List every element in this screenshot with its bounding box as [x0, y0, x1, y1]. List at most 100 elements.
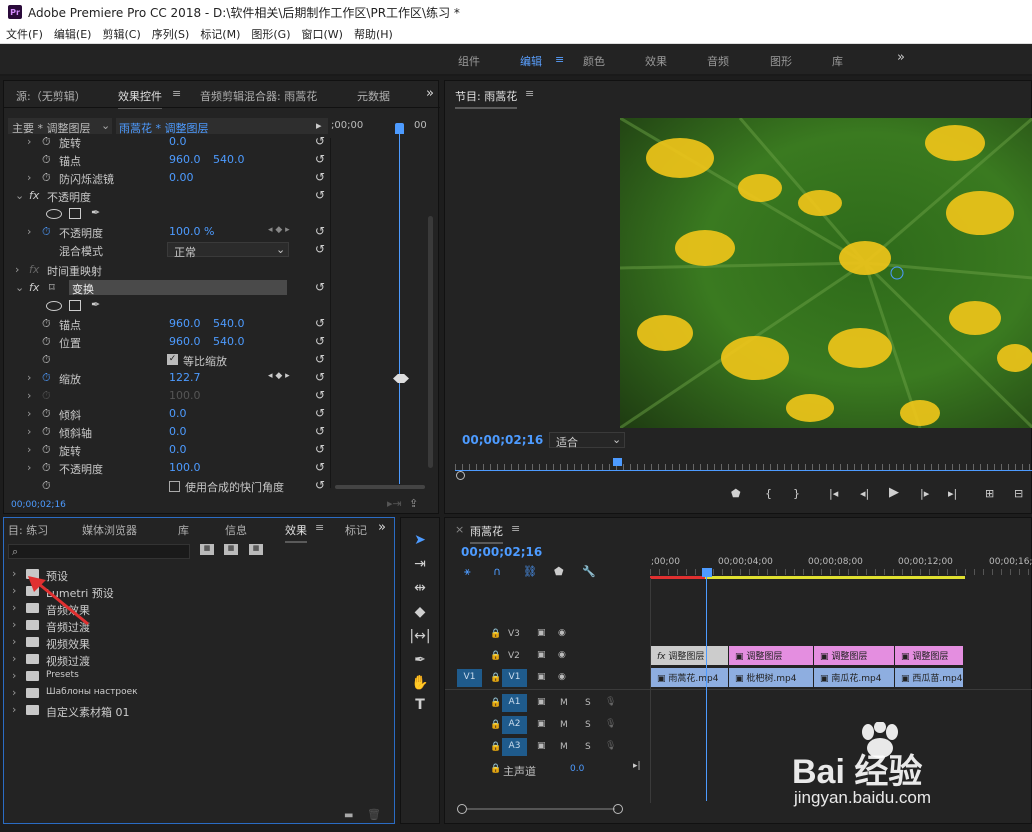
tab-effects[interactable]: 效果: [285, 522, 307, 543]
sync-lock-icon[interactable]: ▣: [537, 719, 546, 729]
tab-effect-controls[interactable]: 效果控件: [118, 88, 162, 109]
stopwatch-icon[interactable]: ⏱: [42, 479, 51, 493]
razor-tool-icon[interactable]: ◆: [408, 604, 432, 624]
snap-icon[interactable]: ∩: [493, 565, 501, 578]
reset-icon[interactable]: ↺: [315, 478, 325, 492]
reset-icon[interactable]: ↺: [315, 370, 325, 384]
reset-icon[interactable]: ↺: [315, 224, 325, 238]
fx-icon[interactable]: fx: [29, 189, 39, 202]
expand-chevron-icon[interactable]: ›: [27, 461, 31, 474]
ellipse-mask-icon[interactable]: [46, 301, 62, 311]
go-to-out-icon[interactable]: ▸|: [948, 487, 957, 500]
mic-icon[interactable]: 🎙: [605, 741, 616, 751]
param-value-x[interactable]: 960.0: [169, 335, 201, 348]
menu-sequence[interactable]: 序列(S): [152, 26, 190, 42]
eye-icon[interactable]: ◉: [558, 628, 566, 638]
tab-markers[interactable]: 标记: [345, 522, 367, 538]
delete-icon[interactable]: 🗑: [367, 808, 381, 821]
tree-item[interactable]: › 视频过渡: [12, 651, 392, 668]
track-a1-target[interactable]: A1: [502, 694, 527, 712]
stopwatch-icon[interactable]: ⏱: [42, 443, 51, 457]
tree-item[interactable]: › 自定义素材箱 01: [12, 702, 392, 719]
pen-mask-icon[interactable]: ✒: [91, 206, 100, 219]
workspace-libraries[interactable]: 库: [832, 53, 843, 69]
panel-menu-icon[interactable]: ≡: [525, 87, 534, 100]
reset-icon[interactable]: ↺: [315, 406, 325, 420]
workspace-menu-icon[interactable]: ≡: [555, 53, 564, 66]
workspace-graphics[interactable]: 图形: [770, 53, 792, 69]
tab-metadata[interactable]: 元数据: [357, 88, 390, 104]
selection-tool-icon[interactable]: ➤: [408, 532, 432, 552]
nest-icon[interactable]: ⚹: [464, 565, 471, 579]
fit-dropdown[interactable]: 适合 ⌄: [549, 432, 625, 449]
menu-window[interactable]: 窗口(W): [302, 26, 343, 42]
workspace-color[interactable]: 颜色: [583, 53, 605, 69]
lock-icon[interactable]: 🔒: [490, 651, 501, 661]
rectangle-mask-icon[interactable]: [69, 208, 81, 219]
tree-item[interactable]: › 视频效果: [12, 634, 392, 651]
param-value-y[interactable]: 540.0: [213, 317, 245, 330]
param-value-x[interactable]: 960.0: [169, 317, 201, 330]
linked-selection-icon[interactable]: ⛓: [523, 565, 537, 578]
param-value-y[interactable]: 540.0: [213, 335, 245, 348]
go-to-end-icon[interactable]: ▸|: [633, 761, 641, 771]
blend-mode-dropdown[interactable]: 正常 ⌄: [167, 242, 289, 259]
keyframe-nav-icon[interactable]: ◂ ◆ ▸: [268, 371, 290, 381]
param-value[interactable]: 0.0: [169, 425, 187, 438]
uniform-scale-checkbox[interactable]: ✓: [167, 354, 178, 365]
clip-selector[interactable]: 雨蒿花 * 调整图层 ▸: [116, 118, 328, 135]
reset-icon[interactable]: ↺: [315, 334, 325, 348]
workspaces-more-icon[interactable]: »: [897, 50, 905, 65]
source-patch-v1[interactable]: V1: [457, 669, 482, 687]
sync-lock-icon[interactable]: ▣: [537, 672, 546, 682]
menu-help[interactable]: 帮助(H): [354, 26, 393, 42]
tab-source[interactable]: 源:（无剪辑）: [16, 88, 86, 104]
solo-button[interactable]: S: [585, 742, 591, 752]
sync-lock-icon[interactable]: ▣: [537, 741, 546, 751]
panel-menu-icon[interactable]: ≡: [511, 522, 520, 535]
expand-chevron-icon[interactable]: ›: [27, 407, 31, 420]
type-tool-icon[interactable]: T: [408, 697, 432, 717]
tab-info[interactable]: 信息: [225, 522, 247, 538]
param-value[interactable]: 100.0: [169, 461, 201, 474]
timeline-tab[interactable]: 雨蒿花: [470, 523, 503, 544]
clip-adjustment-layer[interactable]: ▣ 调整图层: [814, 646, 895, 665]
stopwatch-icon[interactable]: ⏱: [42, 353, 51, 367]
panel-overflow-icon[interactable]: »: [378, 520, 386, 535]
param-value-y[interactable]: 540.0: [213, 153, 245, 166]
timeline-scrollbar[interactable]: [467, 808, 615, 810]
lock-icon[interactable]: 🔒: [490, 629, 501, 639]
stopwatch-icon[interactable]: ⏱: [42, 171, 51, 185]
expand-chevron-icon[interactable]: ›: [27, 443, 31, 456]
reset-icon[interactable]: ↺: [315, 424, 325, 438]
zoom-handle-right[interactable]: [613, 804, 623, 814]
keyframe-nav-icon[interactable]: ◂ ◆ ▸: [268, 225, 290, 235]
clip-video[interactable]: ▣ 枇杷树.mp4: [729, 668, 814, 687]
expand-chevron-icon[interactable]: ›: [27, 225, 31, 238]
go-to-in-icon[interactable]: |◂: [829, 487, 838, 500]
sync-lock-icon[interactable]: ▣: [537, 697, 546, 707]
reset-icon[interactable]: ↺: [315, 442, 325, 456]
reset-icon[interactable]: ↺: [315, 170, 325, 184]
play-icon[interactable]: ▶: [889, 485, 899, 500]
param-value[interactable]: 0.0: [169, 443, 187, 456]
menu-edit[interactable]: 编辑(E): [54, 26, 92, 42]
slip-tool-icon[interactable]: |↔|: [408, 628, 432, 648]
clip-adjustment-layer[interactable]: fx 调整图层: [651, 646, 729, 665]
mute-button[interactable]: M: [560, 742, 568, 752]
program-title[interactable]: 节目: 雨蒿花: [455, 88, 518, 109]
stopwatch-icon[interactable]: ⏱: [42, 425, 51, 439]
program-timecode[interactable]: 00;00;02;16: [462, 433, 543, 447]
pen-tool-icon[interactable]: ✒: [408, 652, 432, 672]
step-forward-icon[interactable]: |▸: [920, 487, 929, 500]
effect-controls-timecode[interactable]: 00;00;02;16: [11, 500, 66, 510]
stopwatch-icon[interactable]: ⏱: [42, 335, 51, 349]
clip-video[interactable]: ▣ 雨蒿花.mp4: [651, 668, 729, 687]
rectangle-mask-icon[interactable]: [69, 300, 81, 311]
expand-chevron-icon[interactable]: ›: [27, 171, 31, 184]
keyframe-marker-icon[interactable]: [393, 374, 409, 383]
lock-icon[interactable]: 🔒: [490, 764, 501, 774]
eye-icon[interactable]: ◉: [558, 672, 566, 682]
mark-out-icon[interactable]: }: [793, 487, 800, 500]
zoom-handle[interactable]: [456, 471, 465, 480]
